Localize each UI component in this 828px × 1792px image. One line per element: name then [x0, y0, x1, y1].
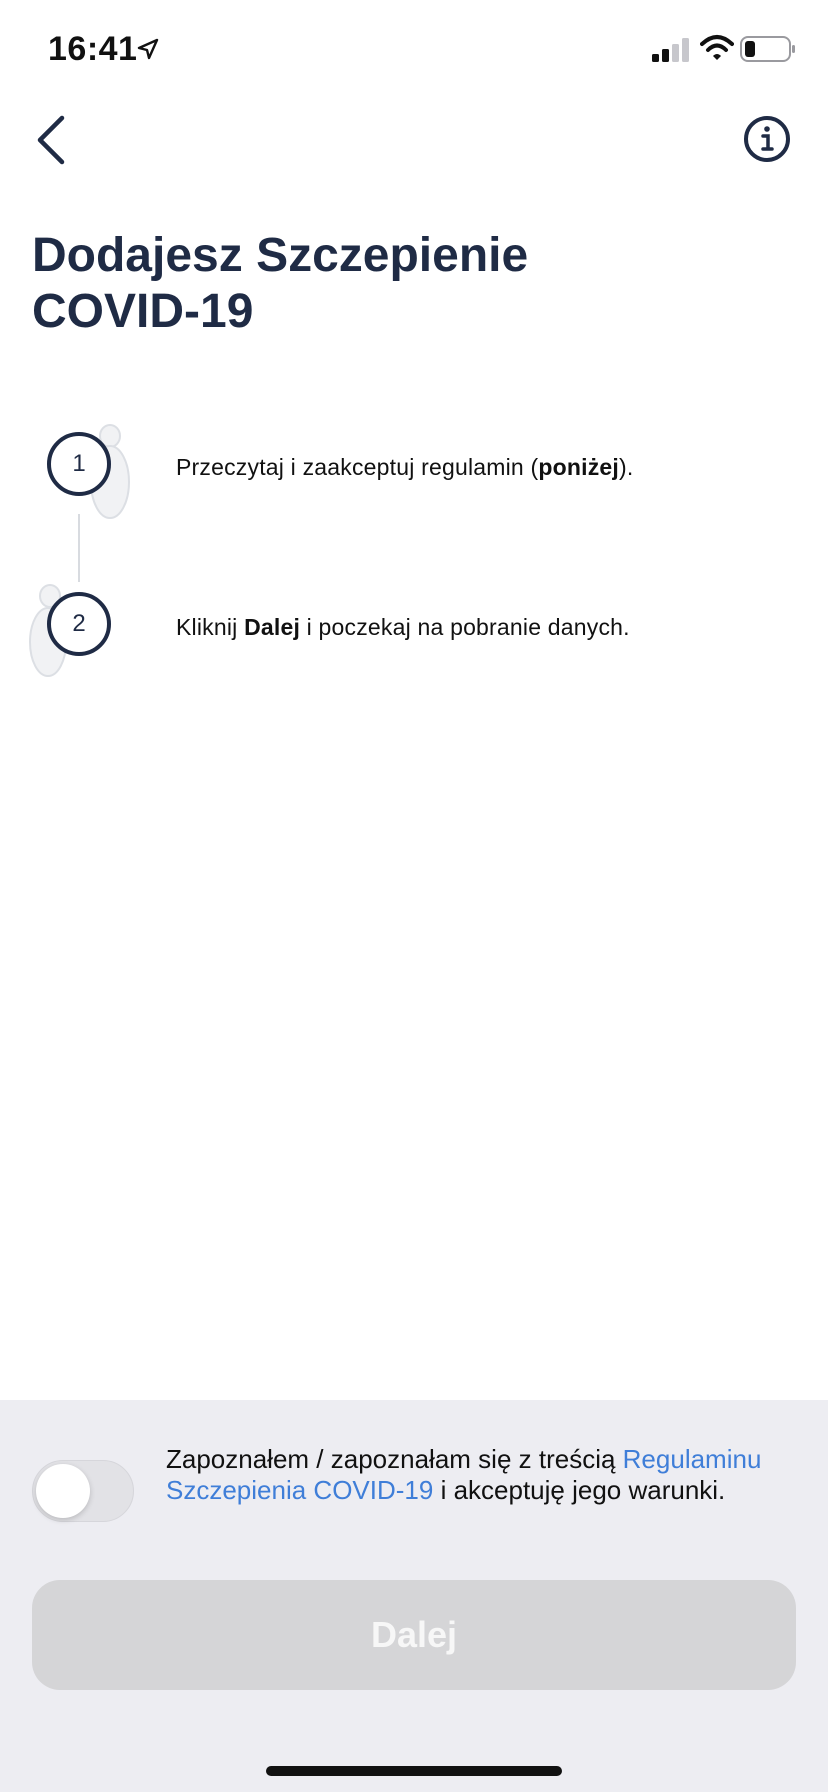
step-text-1: Przeczytaj i zaakceptuj regulamin (poniż… [176, 454, 634, 480]
page-title-line1: Dodajesz Szczepienie [32, 229, 529, 282]
wifi-icon [700, 35, 734, 60]
status-time: 16:41 [48, 30, 138, 68]
page-title-line2: COVID-19 [32, 285, 254, 338]
bottom-panel: Zapoznałem / zapoznałam się z treścią Re… [0, 1400, 828, 1792]
home-indicator [266, 1766, 562, 1776]
back-button[interactable] [30, 112, 80, 168]
next-button[interactable]: Dalej [32, 1580, 796, 1690]
toggle-knob [36, 1464, 90, 1518]
consent-toggle[interactable] [32, 1460, 134, 1522]
step-item-2: 2 Kliknij Dalej i poczekaj na pobranie d… [0, 572, 828, 682]
consent-text: Zapoznałem / zapoznałam się z treścią Re… [166, 1444, 762, 1505]
step-number-1: 1 [47, 432, 111, 496]
status-bar: 16:41 [0, 0, 828, 100]
page-title: Dodajesz Szczepienie COVID-19 [32, 228, 732, 340]
step-number-2: 2 [47, 592, 111, 656]
step-text-2: Kliknij Dalej i poczekaj na pobranie dan… [176, 614, 630, 640]
info-button[interactable] [742, 114, 792, 164]
location-arrow-icon [137, 38, 159, 60]
step-item-1: 1 Przeczytaj i zaakceptuj regulamin (pon… [0, 412, 828, 522]
cellular-signal-icon [652, 38, 689, 62]
screen: 16:41 Dodajesz Szczepienie COVID-19 1 Pr… [0, 0, 828, 1792]
battery-icon [740, 36, 795, 62]
